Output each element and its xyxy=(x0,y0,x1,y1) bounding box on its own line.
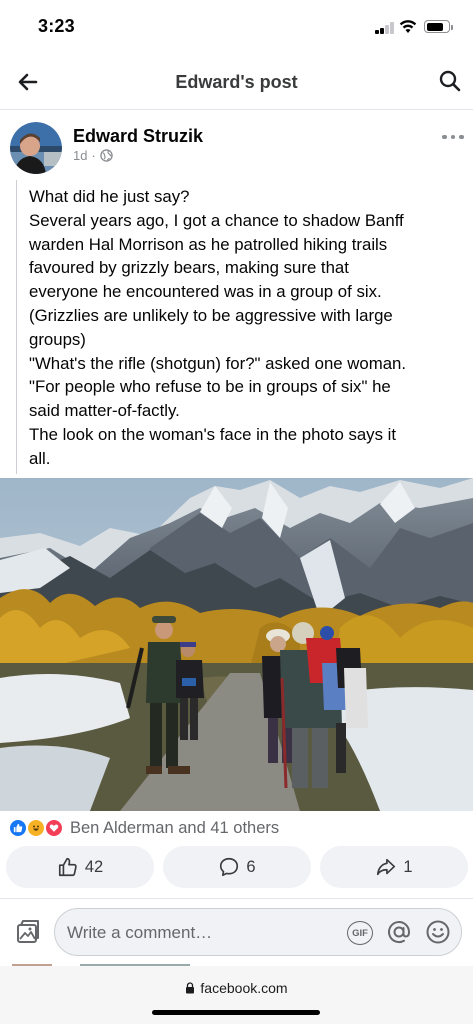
love-reaction-icon xyxy=(45,819,63,837)
page-title: Edward's post xyxy=(175,72,298,92)
post-photo[interactable] xyxy=(0,478,473,811)
meta-separator: · xyxy=(91,148,96,163)
like-button[interactable]: 42 xyxy=(6,846,154,888)
divider xyxy=(0,898,473,899)
like-count: 42 xyxy=(84,857,104,876)
gif-icon[interactable]: GIF xyxy=(347,921,373,945)
lock-icon xyxy=(186,982,195,994)
action-row: 42 6 1 xyxy=(0,846,473,888)
post-text-line: "For people who refuse to be in groups o… xyxy=(29,377,391,397)
like-reaction-icon xyxy=(9,819,27,837)
post-text-line: (Grizzlies are unlikely to be aggressive… xyxy=(29,305,393,325)
post-header: Edward Struzik 1d · xyxy=(0,120,473,180)
share-arrow-icon xyxy=(377,858,396,876)
search-icon[interactable] xyxy=(438,69,462,93)
thumbs-up-icon xyxy=(58,857,77,877)
post-text-line: all. xyxy=(29,448,51,468)
reactions-summary[interactable]: Ben Alderman and 41 others xyxy=(0,816,473,842)
mention-icon[interactable] xyxy=(386,919,412,945)
haha-reaction-icon xyxy=(27,819,45,837)
status-time: 3:23 xyxy=(38,16,75,36)
wifi-icon xyxy=(399,20,417,33)
comment-placeholder: Write a comment… xyxy=(67,923,213,942)
comment-count: 6 xyxy=(246,857,256,876)
comment-button[interactable]: 6 xyxy=(163,846,311,888)
reaction-summary-text[interactable]: Ben Alderman and 41 others xyxy=(70,819,279,838)
post-text-line: What did he just say? xyxy=(29,187,190,206)
post-text-line: The look on the woman's face in the phot… xyxy=(29,424,397,444)
comment-bubble-icon xyxy=(220,857,239,877)
cellular-signal-icon xyxy=(375,22,395,34)
post-text-line: everyone he encountered was in a group o… xyxy=(29,282,382,302)
comment-input[interactable]: Write a comment… GIF xyxy=(54,908,462,956)
share-count: 1 xyxy=(403,857,413,876)
nav-bar: Edward's post xyxy=(0,56,473,110)
post-text-line: Several years ago, I got a chance to sha… xyxy=(29,210,404,230)
post-text-line: "What's the rifle (shotgun) for?" asked … xyxy=(29,353,407,373)
url-display[interactable]: facebook.com xyxy=(0,980,473,996)
author-name[interactable]: Edward Struzik xyxy=(73,126,203,147)
post-body: What did he just say? Several years ago,… xyxy=(16,180,462,474)
emoji-icon[interactable] xyxy=(425,919,451,945)
avatar[interactable] xyxy=(10,122,62,174)
more-options-icon[interactable] xyxy=(442,132,466,142)
post-text-line: groups) xyxy=(29,329,86,349)
status-bar: 3:23 xyxy=(0,0,473,56)
comment-composer: Write a comment… GIF xyxy=(0,904,473,960)
share-button[interactable]: 1 xyxy=(320,846,468,888)
post-time[interactable]: 1d xyxy=(73,148,87,163)
url-text: facebook.com xyxy=(200,980,288,996)
post-text-line: warden Hal Morrison as he patrolled hiki… xyxy=(29,234,388,254)
home-indicator[interactable] xyxy=(152,1010,320,1015)
battery-icon xyxy=(424,20,453,33)
globe-icon xyxy=(100,149,113,162)
post-meta: 1d · xyxy=(73,148,113,163)
post-text-line: favoured by grizzly bears, making sure t… xyxy=(29,258,349,278)
post-text-line: said matter-of-factly. xyxy=(29,401,180,421)
browser-bar: facebook.com xyxy=(0,966,473,1024)
photo-attach-icon[interactable] xyxy=(14,918,42,946)
